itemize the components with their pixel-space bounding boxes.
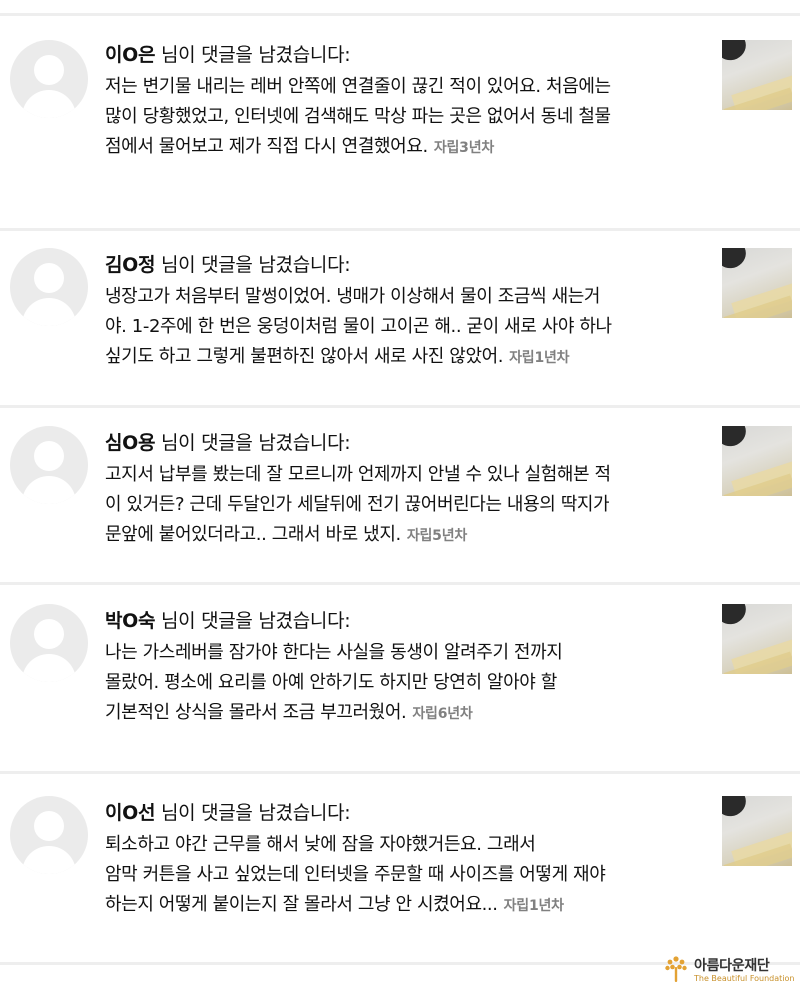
independence-years-tag: 자립1년차 bbox=[509, 350, 570, 366]
comment-heading: 이O선 님이 댓글을 남겼습니다: bbox=[105, 798, 705, 828]
comment-line: 몰랐어. 평소에 요리를 아예 안하기도 하지만 당연히 알아야 할 bbox=[105, 672, 557, 693]
commenter-name: 이O선 bbox=[105, 802, 156, 824]
commenter-name: 이O은 bbox=[105, 44, 156, 66]
comment-heading: 김O정 님이 댓글을 남겼습니다: bbox=[105, 250, 705, 280]
independence-years-tag: 자립1년차 bbox=[503, 898, 564, 914]
independence-years-tag: 자립6년차 bbox=[412, 706, 473, 722]
comment-divider bbox=[0, 405, 800, 408]
comment-line: 냉장고가 처음부터 말썽이었어. 냉매가 이상해서 물이 조금씩 새는거 bbox=[105, 286, 601, 307]
heading-suffix: 님이 댓글을 남겼습니다: bbox=[160, 610, 351, 632]
comment-divider bbox=[0, 582, 800, 585]
comment-body: 퇴소하고 야간 근무를 해서 낮에 잠을 자야했거든요. 그래서 암막 커튼을 … bbox=[105, 830, 705, 921]
avatar bbox=[10, 604, 88, 682]
heading-suffix: 님이 댓글을 남겼습니다: bbox=[160, 432, 351, 454]
comment-line: 고지서 납부를 봤는데 잘 모르니까 언제까지 안낼 수 있나 실험해본 적 bbox=[105, 464, 611, 485]
comment-line: 문앞에 붙어있더라고.. 그래서 바로 냈지. bbox=[105, 524, 401, 545]
comment-line: 많이 당황했었고, 인터넷에 검색해도 막상 파는 곳은 없어서 동네 철물 bbox=[105, 106, 611, 127]
independence-years-tag: 자립5년차 bbox=[406, 528, 468, 544]
tree-logo-icon bbox=[665, 956, 687, 982]
comment-divider bbox=[0, 228, 800, 231]
comment-heading: 박O숙 님이 댓글을 남겼습니다: bbox=[105, 606, 705, 636]
comment-line: 이 있거든? 근데 두달인가 세달뒤에 전기 끊어버린다는 내용의 딱지가 bbox=[105, 494, 610, 515]
heading-suffix: 님이 댓글을 남겼습니다: bbox=[160, 254, 351, 276]
comment-line: 저는 변기물 내리는 레버 안쪽에 연결줄이 끊긴 적이 있어요. 처음에는 bbox=[105, 76, 611, 97]
thumbnail-image[interactable] bbox=[722, 796, 792, 866]
comment-line: 싶기도 하고 그렇게 불편하진 않아서 새로 사진 않았어. bbox=[105, 346, 504, 367]
thumbnail-image[interactable] bbox=[722, 604, 792, 674]
comment-line: 야. 1-2주에 한 번은 웅덩이처럼 물이 고이곤 해.. 굳이 새로 사야 … bbox=[105, 316, 612, 337]
comment-body: 저는 변기물 내리는 레버 안쪽에 연결줄이 끊긴 적이 있어요. 처음에는 많… bbox=[105, 72, 705, 163]
thumbnail-image[interactable] bbox=[722, 426, 792, 496]
thumbnail-image[interactable] bbox=[722, 40, 792, 110]
comment-body: 나는 가스레버를 잠가야 한다는 사실을 동생이 알려주기 전까지 몰랐어. 평… bbox=[105, 638, 705, 729]
avatar bbox=[10, 248, 88, 326]
top-divider bbox=[0, 13, 800, 16]
avatar bbox=[10, 40, 88, 118]
comment-body: 고지서 납부를 봤는데 잘 모르니까 언제까지 안낼 수 있나 실험해본 적 이… bbox=[105, 460, 705, 551]
avatar bbox=[10, 796, 88, 874]
commenter-name: 박O숙 bbox=[105, 610, 156, 632]
comment-body: 냉장고가 처음부터 말썽이었어. 냉매가 이상해서 물이 조금씩 새는거 야. … bbox=[105, 282, 705, 373]
logo-subtitle: The Beautiful Foundation bbox=[694, 974, 795, 983]
comment-heading: 심O용 님이 댓글을 남겼습니다: bbox=[105, 428, 705, 458]
comment-line: 암막 커튼을 사고 싶었는데 인터넷을 주문할 때 사이즈를 어떻게 재야 bbox=[105, 864, 606, 885]
comment-line: 점에서 물어보고 제가 직접 다시 연결했어요. bbox=[105, 136, 428, 157]
comment-line: 기본적인 상식을 몰라서 조금 부끄러웠어. bbox=[105, 702, 407, 723]
heading-suffix: 님이 댓글을 남겼습니다: bbox=[160, 44, 351, 66]
comment-divider bbox=[0, 771, 800, 774]
thumbnail-image[interactable] bbox=[722, 248, 792, 318]
avatar bbox=[10, 426, 88, 504]
heading-suffix: 님이 댓글을 남겼습니다: bbox=[160, 802, 351, 824]
independence-years-tag: 자립3년차 bbox=[433, 140, 495, 156]
foundation-logo: 아름다운재단 The Beautiful Foundation bbox=[664, 953, 794, 987]
comment-line: 나는 가스레버를 잠가야 한다는 사실을 동생이 알려주기 전까지 bbox=[105, 642, 563, 663]
commenter-name: 김O정 bbox=[105, 254, 156, 276]
comment-heading: 이O은 님이 댓글을 남겼습니다: bbox=[105, 40, 705, 70]
logo-name: 아름다운재단 bbox=[694, 958, 770, 974]
comment-line: 하는지 어떻게 붙이는지 잘 몰라서 그냥 안 시켰어요... bbox=[105, 894, 498, 915]
comment-line: 퇴소하고 야간 근무를 해서 낮에 잠을 자야했거든요. 그래서 bbox=[105, 834, 536, 855]
commenter-name: 심O용 bbox=[105, 432, 156, 454]
